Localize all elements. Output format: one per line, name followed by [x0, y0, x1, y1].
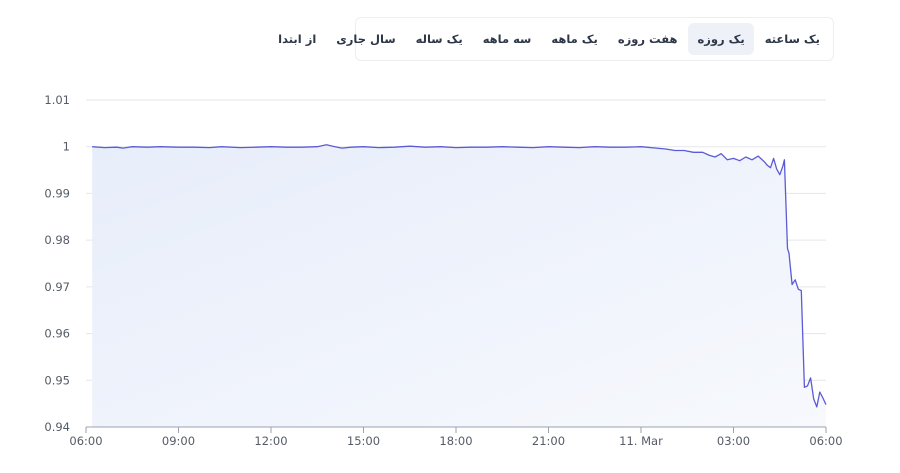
x-tick-label: 12:00 — [254, 434, 287, 448]
y-tick-label: 0.96 — [44, 327, 70, 341]
x-tick-label: 03:00 — [717, 434, 750, 448]
x-tick-label: 15:00 — [347, 434, 380, 448]
y-tick-label: 0.95 — [44, 373, 70, 387]
y-tick-label: 0.98 — [44, 233, 70, 247]
y-axis: 1.01 1 0.99 0.98 0.97 0.96 0.95 0.94 — [44, 93, 70, 434]
series-area-fill — [92, 144, 826, 428]
price-chart: 1.01 1 0.99 0.98 0.97 0.96 0.95 0.94 06:00 09:00… — [44, 93, 843, 448]
y-tick-label: 1.01 — [44, 93, 70, 107]
x-tick-label: 09:00 — [162, 434, 195, 448]
x-tick-label: 11. Mar — [619, 434, 663, 448]
y-tick-label: 0.99 — [44, 186, 70, 200]
x-axis: 06:00 09:00 12:00 15:00 18:00 21:00 11. Mar 03:… — [69, 426, 843, 448]
y-tick-label: 1 — [63, 140, 70, 154]
x-tick-label: 06:00 — [69, 434, 102, 448]
x-tick-label: 21:00 — [532, 434, 565, 448]
area-layer — [92, 144, 827, 428]
x-tick-label: 18:00 — [439, 434, 472, 448]
y-tick-label: 0.94 — [44, 420, 70, 434]
y-tick-label: 0.97 — [44, 280, 70, 294]
x-tick-label: 06:00 — [809, 434, 842, 448]
